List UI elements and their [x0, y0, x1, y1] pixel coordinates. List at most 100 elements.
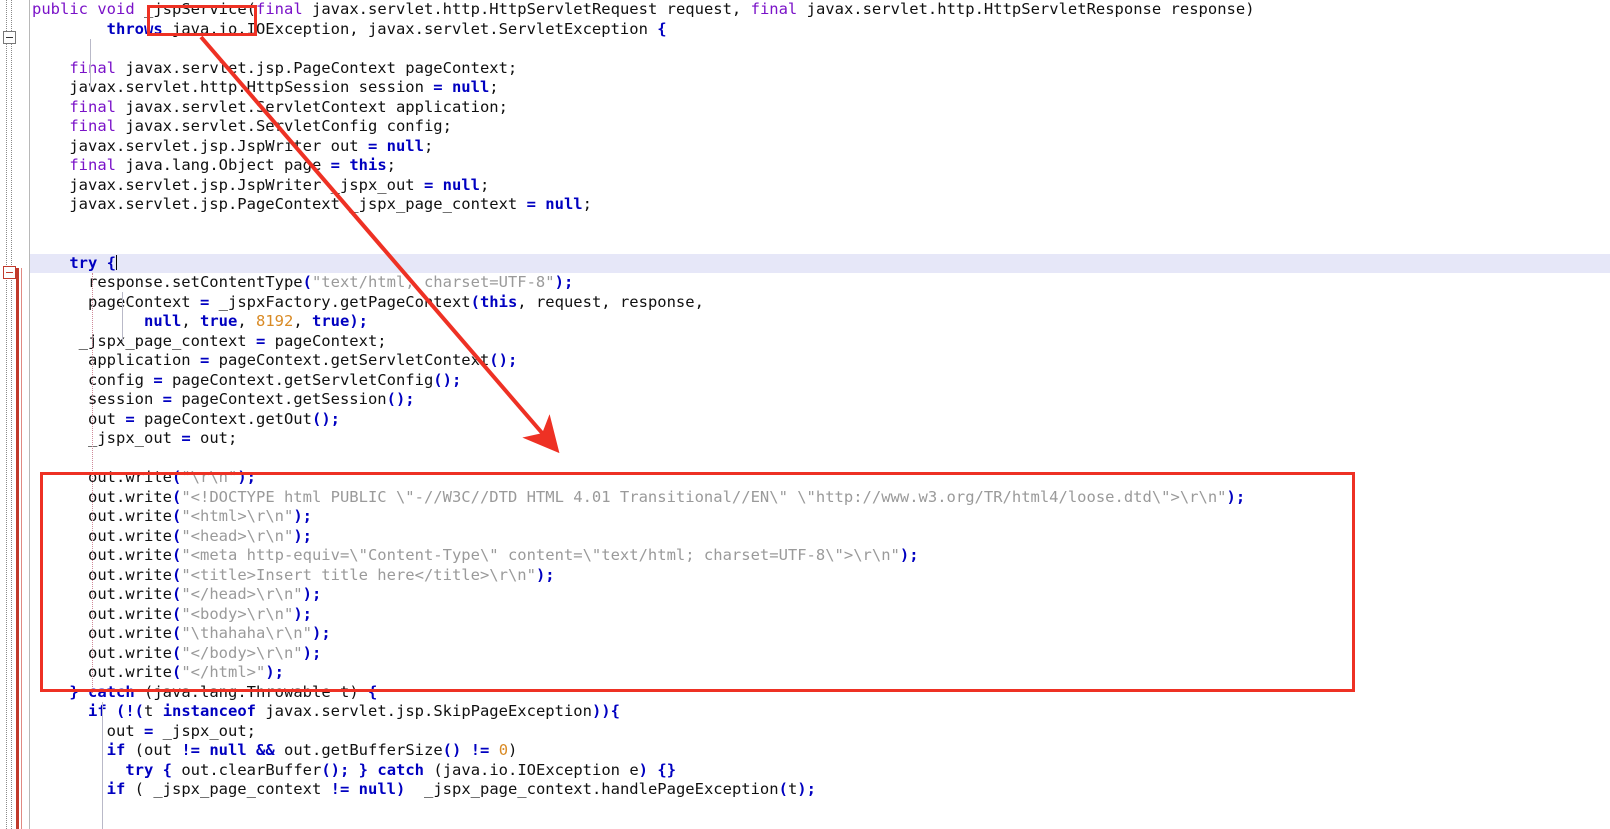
code-line[interactable]: if (!(t instanceof javax.servlet.jsp.Ski… — [30, 702, 1610, 722]
code-line[interactable]: null, true, 8192, true); — [30, 312, 1610, 332]
code-line[interactable]: if ( _jspx_page_context != null) _jspx_p… — [30, 780, 1610, 800]
code-token-plain: javax.servlet.jsp.SkipPageException — [256, 702, 592, 720]
code-line[interactable]: throws java.io.IOException, javax.servle… — [30, 20, 1610, 40]
code-token-plain: javax.servlet.jsp.PageContext _jspx_page… — [32, 195, 527, 213]
code-line[interactable]: out = _jspx_out; — [30, 722, 1610, 742]
code-token-plain: ) — [508, 741, 518, 759]
code-line[interactable]: _jspx_out = out; — [30, 429, 1610, 449]
code-token-str: "</head>\r\n" — [181, 585, 303, 603]
code-line[interactable] — [30, 39, 1610, 59]
code-token-punct: ); — [302, 585, 322, 603]
code-editor[interactable]: public void _jspService(final javax.serv… — [0, 0, 1610, 829]
code-token-plain: out.write — [32, 507, 172, 525]
code-token-punct: ); — [535, 565, 555, 584]
code-token-punct: = — [433, 78, 443, 96]
code-line[interactable]: response.setContentType("text/html; char… — [30, 273, 1610, 293]
code-token-plain: out.write — [32, 624, 172, 642]
code-token-punct: ( — [171, 526, 182, 545]
indent-guide — [90, 39, 91, 91]
code-line[interactable]: out.write("<head>\r\n"); — [30, 527, 1610, 547]
code-line[interactable] — [30, 234, 1610, 254]
code-token-punct: = — [526, 195, 536, 213]
code-token-plain: pageContext.getOut — [134, 409, 312, 428]
code-line[interactable]: out.write("</body>\r\n"); — [30, 644, 1610, 664]
code-line[interactable]: if (out != null && out.getBufferSize() !… — [30, 741, 1610, 761]
code-token-str: "<!DOCTYPE html PUBLIC \"-//W3C//DTD HTM… — [181, 487, 1227, 506]
code-line[interactable]: _jspx_page_context = pageContext; — [30, 332, 1610, 352]
code-token-plain: out.write — [32, 663, 172, 681]
code-line[interactable]: out.write("<title>Insert title here</tit… — [30, 566, 1610, 586]
code-line[interactable]: out.write("<html>\r\n"); — [30, 507, 1610, 527]
code-token-kwb: if — [106, 741, 126, 759]
code-token-punct: ( — [302, 273, 312, 291]
code-token-plain: out — [32, 721, 144, 740]
code-token-punct: { — [657, 19, 667, 38]
fold-collapse-try-icon[interactable] — [3, 266, 16, 279]
code-token-plain: out.write — [32, 546, 172, 564]
code-line[interactable]: out.write("</head>\r\n"); — [30, 585, 1610, 605]
code-token-plain: , request, response, — [517, 292, 704, 311]
code-token-plain: out — [32, 409, 126, 428]
code-line[interactable]: pageContext = _jspxFactory.getPageContex… — [30, 293, 1610, 313]
code-line[interactable]: out.write("</html>"); — [30, 663, 1610, 683]
code-line[interactable]: out = pageContext.getOut(); — [30, 410, 1610, 430]
code-token-punct: ( — [171, 468, 182, 486]
code-token-plain: ; — [489, 78, 499, 96]
code-line[interactable]: out.write("<meta http-equiv=\"Content-Ty… — [30, 546, 1610, 566]
fold-collapse-method-icon[interactable] — [3, 31, 16, 44]
code-line[interactable]: out.write("<!DOCTYPE html PUBLIC \"-//W3… — [30, 488, 1610, 508]
code-token-punct: { — [162, 760, 173, 779]
code-token-plain: t — [787, 780, 798, 798]
code-line[interactable]: final javax.servlet.jsp.PageContext page… — [30, 59, 1610, 79]
code-token-punct: } — [358, 760, 369, 779]
code-line[interactable]: application = pageContext.getServletCont… — [30, 351, 1610, 371]
code-line[interactable]: config = pageContext.getServletConfig(); — [30, 371, 1610, 391]
code-token-punct: (); — [321, 760, 350, 779]
code-token-punct: != — [470, 741, 490, 759]
code-line[interactable]: out.write("\r\n"); — [30, 468, 1610, 488]
code-line[interactable]: final javax.servlet.ServletContext appli… — [30, 98, 1610, 118]
code-token-punct: ); — [1226, 487, 1246, 506]
code-token-str: "\thahaha\r\n" — [181, 624, 312, 642]
code-token-plain: javax.servlet.ServletConfig config; — [116, 117, 452, 135]
code-line[interactable]: out.write("<body>\r\n"); — [30, 605, 1610, 625]
code-line[interactable]: session = pageContext.getSession(); — [30, 390, 1610, 410]
code-line[interactable] — [30, 449, 1610, 469]
code-token-punct: = — [153, 370, 163, 389]
code-line[interactable] — [30, 215, 1610, 235]
code-line-current[interactable]: try { — [30, 253, 1610, 273]
code-token-punct: != — [181, 741, 200, 759]
code-line[interactable]: final javax.servlet.ServletConfig config… — [30, 117, 1610, 137]
code-token-punct: ); — [293, 507, 312, 525]
code-token-plain: , — [293, 312, 312, 330]
code-token-plain: out.write — [32, 468, 172, 486]
code-line[interactable]: out.write("\thahaha\r\n"); — [30, 624, 1610, 644]
code-token-punct: ); — [302, 643, 322, 662]
code-token-plain: javax.servlet.jsp.PageContext pageContex… — [116, 58, 518, 77]
code-token-kwb: if — [88, 702, 107, 720]
code-token-kw: final — [69, 156, 116, 174]
code-token-kwb: null — [358, 780, 396, 798]
code-content[interactable]: public void _jspService(final javax.serv… — [30, 0, 1610, 829]
code-token-plain: out.write — [32, 585, 172, 603]
code-line[interactable]: javax.servlet.jsp.PageContext _jspx_page… — [30, 195, 1610, 215]
code-line[interactable]: final java.lang.Object page = this; — [30, 156, 1610, 176]
code-token-punct: ( — [171, 585, 182, 603]
code-token-punct: = — [255, 331, 266, 350]
code-line[interactable]: javax.servlet.jsp.JspWriter out = null; — [30, 137, 1610, 157]
code-line[interactable]: try { out.clearBuffer(); } catch (java.i… — [30, 761, 1610, 781]
code-line[interactable]: } catch (java.lang.Throwable t) { — [30, 683, 1610, 703]
code-line[interactable]: javax.servlet.http.HttpSession session =… — [30, 78, 1610, 98]
editor-gutter[interactable] — [0, 0, 30, 829]
code-line[interactable]: javax.servlet.jsp.JspWriter _jspx_out = … — [30, 176, 1610, 196]
code-token-punct: ) — [638, 760, 649, 779]
code-line[interactable]: public void _jspService(final javax.serv… — [30, 0, 1610, 20]
code-token-plain: ; — [423, 136, 434, 155]
